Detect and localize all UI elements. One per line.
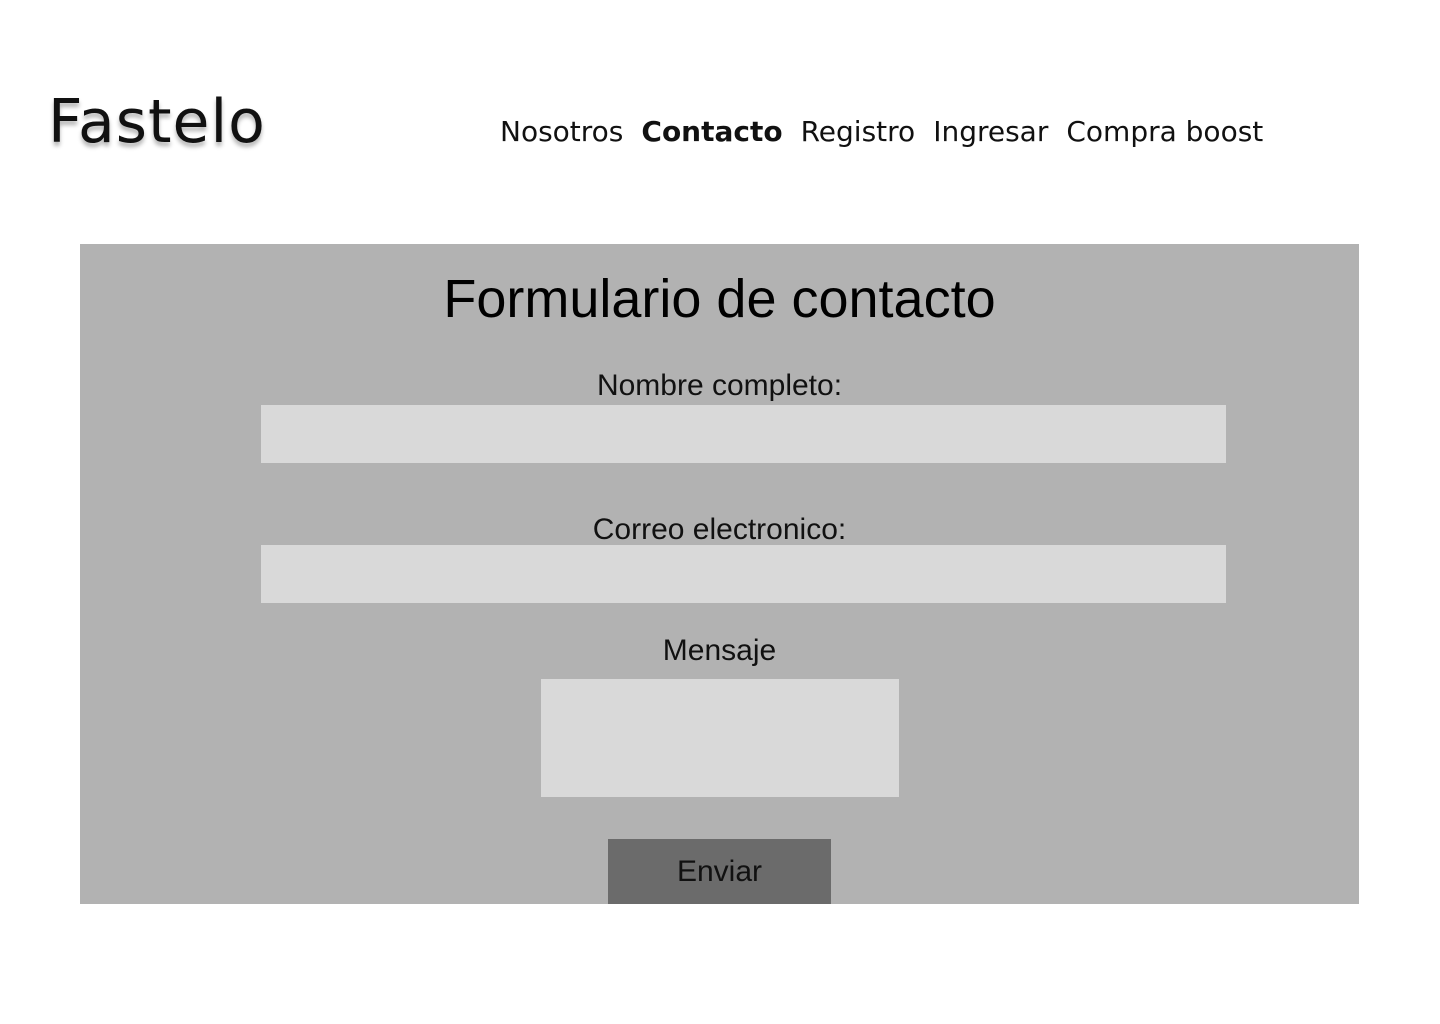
contact-form-panel: Formulario de contacto Nombre completo: …: [80, 244, 1359, 904]
nav-item-registro[interactable]: Registro: [801, 110, 916, 154]
nav-item-compra-boost[interactable]: Compra boost: [1066, 110, 1263, 154]
nav-item-ingresar[interactable]: Ingresar: [933, 110, 1048, 154]
email-field[interactable]: [261, 545, 1226, 603]
nav-item-nosotros[interactable]: Nosotros: [500, 110, 623, 154]
message-field-label: Mensaje: [662, 634, 777, 667]
name-field-label: Nombre completo:: [596, 369, 843, 402]
form-title: Formulario de contacto: [443, 269, 996, 329]
brand-logo[interactable]: Fastelo: [48, 82, 266, 162]
email-field-label: Correo electronico:: [592, 513, 847, 546]
message-field[interactable]: [541, 679, 899, 797]
submit-button[interactable]: Enviar: [608, 839, 831, 904]
main-nav: Nosotros Contacto Registro Ingresar Comp…: [500, 110, 1263, 154]
name-field[interactable]: [261, 405, 1226, 463]
nav-item-contacto[interactable]: Contacto: [641, 110, 782, 154]
